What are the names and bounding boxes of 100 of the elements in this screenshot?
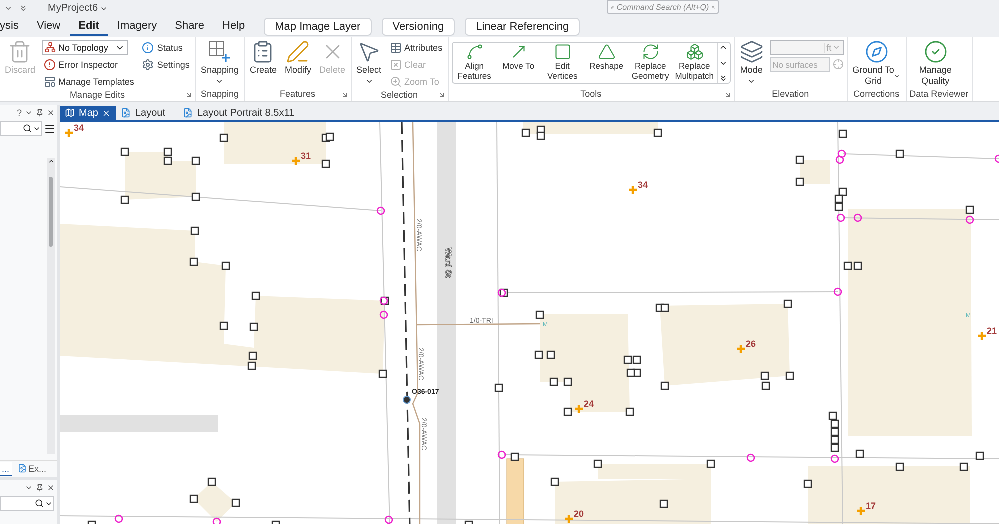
scrollbar[interactable] [47, 158, 55, 454]
network-icon [44, 42, 56, 53]
gallery-tool[interactable]: Move To [498, 43, 540, 83]
vertex-marker [510, 452, 520, 462]
vertex-marker [248, 362, 256, 370]
search-field[interactable] [0, 121, 42, 136]
gallery-tool[interactable]: Align Features [454, 43, 496, 83]
ribbon-button[interactable]: Select [354, 40, 384, 86]
vertex-marker [660, 304, 670, 312]
ribbon-tab[interactable]: View [28, 18, 70, 36]
vertex-marker [564, 408, 572, 416]
contextual-tab[interactable]: Versioning [382, 18, 456, 36]
gallery-tool[interactable]: Replace Geometry [630, 43, 672, 83]
launcher-icon[interactable] [724, 91, 732, 99]
junction-marker [836, 214, 846, 222]
gallery-tool[interactable]: Edit Vertices [542, 43, 584, 83]
parcel-number: 34 [638, 180, 648, 190]
topology-dropdown[interactable]: No Topology [42, 40, 128, 55]
menu-icon[interactable] [44, 122, 56, 134]
layout-icon [121, 108, 132, 118]
pin-icon[interactable] [36, 484, 44, 492]
vertex-marker [220, 134, 228, 142]
vertex-marker [248, 352, 258, 360]
plus-marker-icon [856, 506, 866, 516]
expand-icon[interactable] [719, 74, 728, 83]
vertex-marker [624, 356, 632, 364]
chevron-icon[interactable] [25, 484, 33, 492]
ribbon-button[interactable]: Mode [738, 40, 766, 86]
contextual-tab[interactable]: Map Image Layer [264, 18, 372, 36]
vertex-marker [844, 262, 852, 270]
grid-plus-icon [208, 40, 232, 64]
search-field[interactable] [0, 496, 54, 511]
scroll-up-icon[interactable] [48, 158, 54, 165]
pen-icon [286, 40, 310, 64]
ribbon-button[interactable]: Ground To Grid [850, 40, 903, 87]
group-label: Elevation [771, 88, 810, 101]
ribbon-button[interactable]: Manage Quality [910, 40, 962, 87]
junction-marker [746, 454, 756, 462]
compass-icon [864, 40, 889, 64]
ribbon-button[interactable]: Settings [140, 57, 192, 72]
launcher-icon[interactable] [340, 91, 349, 99]
chevron-icon [364, 77, 374, 86]
gear-icon [142, 58, 154, 70]
zoom-icon [390, 76, 402, 88]
vertex-marker [828, 412, 838, 420]
search-icon [23, 124, 32, 133]
vertex-marker [830, 436, 840, 444]
close-icon[interactable] [47, 109, 55, 117]
parcel-shape [506, 458, 524, 524]
group-label: Snapping [200, 88, 240, 101]
ribbon-button[interactable]: Manage Templates [42, 74, 136, 89]
chevron-icon[interactable] [4, 4, 13, 13]
alert-icon [44, 58, 56, 70]
scroll-up-icon[interactable] [719, 43, 728, 52]
junction-marker [380, 310, 388, 320]
vertex-marker [706, 460, 716, 468]
parcel-shape [800, 160, 830, 184]
contextual-tab[interactable]: Linear Referencing [465, 18, 580, 36]
parcel-number: 20 [574, 509, 584, 519]
pane-tab[interactable]: Ex... [16, 462, 49, 476]
ribbon-button[interactable]: Status [140, 40, 192, 55]
document-tab[interactable]: Layout Portrait 8.5x11 [178, 106, 300, 120]
vertex-marker [966, 206, 974, 214]
close-icon[interactable] [47, 484, 55, 492]
gallery-tool[interactable]: Replace Multipatch [674, 43, 716, 83]
vertex-marker [120, 196, 130, 204]
ribbon-button[interactable]: Snapping [198, 40, 241, 86]
gallery-tool[interactable]: Reshape [586, 43, 628, 83]
vertex-marker [632, 356, 642, 364]
document-tab[interactable]: Layout [116, 106, 170, 120]
launcher-icon[interactable] [184, 91, 193, 99]
catalog-icon [18, 464, 27, 473]
layers-icon [740, 40, 764, 64]
vertex-marker [654, 128, 662, 138]
plus-marker-icon [574, 404, 584, 414]
vertex-marker [192, 192, 200, 202]
ribbon-tab[interactable]: Share [166, 18, 214, 36]
vertex-marker [272, 520, 280, 524]
pin-icon[interactable] [36, 109, 44, 117]
vertex-marker [786, 372, 794, 380]
ribbon-button[interactable]: Attributes [388, 40, 445, 55]
pane-tab[interactable]: ... [0, 462, 12, 476]
ribbon-tab[interactable]: Imagery [108, 18, 166, 36]
project-title[interactable]: MyProject6 [48, 3, 108, 14]
ribbon-button[interactable]: Create [248, 40, 279, 76]
ribbon-tab[interactable]: ysis [0, 18, 28, 36]
ribbon-button[interactable]: Error Inspector [42, 57, 136, 72]
vertex-marker [536, 310, 544, 320]
plus-marker-icon [736, 344, 746, 354]
launcher-icon[interactable] [438, 91, 446, 99]
parcel-number: 17 [866, 501, 876, 511]
ribbon-tab[interactable]: Help [214, 18, 254, 36]
document-tab[interactable]: Map [60, 106, 116, 120]
group-label: Data Reviewer [910, 88, 969, 101]
parcel-number: 31 [301, 151, 312, 161]
close-icon[interactable] [102, 108, 112, 118]
ribbon-button[interactable]: Modify [283, 40, 314, 76]
crosshair-icon [832, 59, 844, 70]
vertex-marker [464, 520, 474, 524]
help-glyph[interactable]: ? [16, 108, 22, 118]
